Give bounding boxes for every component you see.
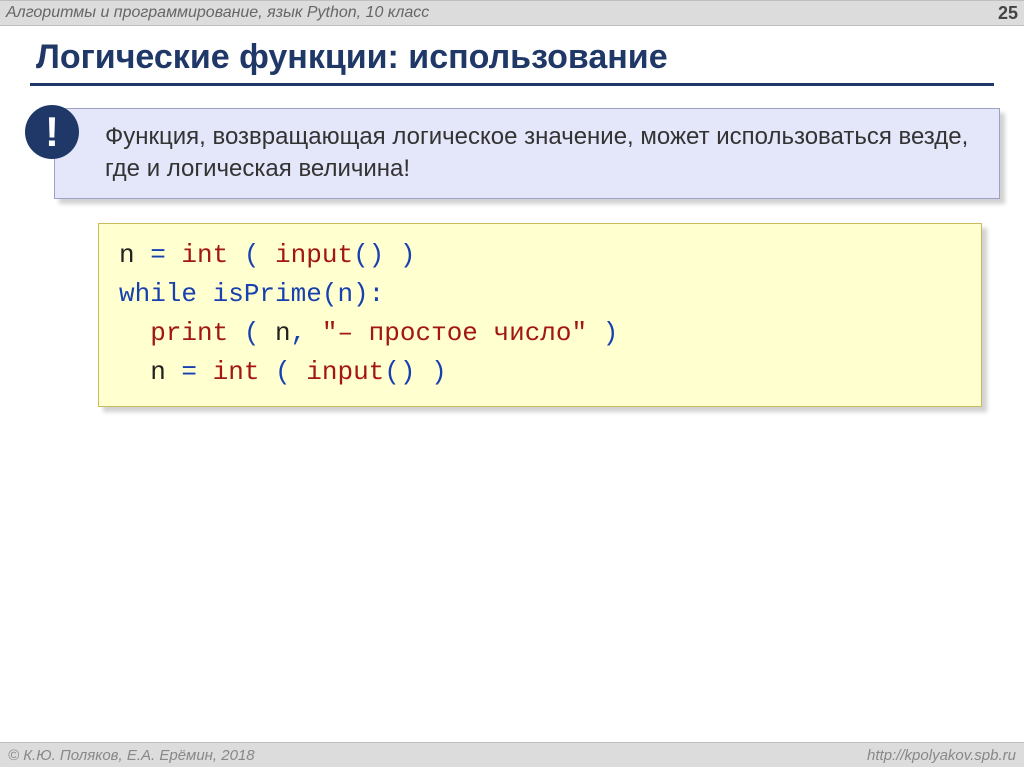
exclamation-icon: !	[25, 105, 79, 159]
code-token: =	[135, 240, 182, 270]
page-title: Логические функции: использование	[36, 38, 1024, 77]
page-number: 25	[998, 3, 1018, 24]
code-token	[119, 318, 150, 348]
callout-text: Функция, возвращающая логическое значени…	[105, 121, 981, 186]
code-token: (	[228, 318, 275, 348]
breadcrumb: Алгоритмы и программирование, язык Pytho…	[6, 4, 429, 22]
code-token: () )	[384, 357, 446, 387]
code-token: input	[275, 240, 353, 270]
title-rule	[30, 83, 994, 86]
code-token: ,	[291, 318, 322, 348]
code-token: (n):	[322, 279, 384, 309]
code-token: "– простое число"	[322, 318, 587, 348]
code-token	[119, 357, 150, 387]
code-token: print	[150, 318, 228, 348]
code-token	[197, 279, 213, 309]
footer-link: http://kpolyakov.spb.ru	[867, 747, 1016, 764]
footer-bar: © К.Ю. Поляков, Е.А. Ерёмин, 2018 http:/…	[0, 742, 1024, 767]
code-token: n	[275, 318, 291, 348]
code-token: n	[150, 357, 166, 387]
callout-box: ! Функция, возвращающая логическое значе…	[54, 108, 1000, 199]
code-token: int	[181, 240, 228, 270]
code-token: n	[119, 240, 135, 270]
code-token: () )	[353, 240, 415, 270]
code-token: input	[306, 357, 384, 387]
footer-copyright: © К.Ю. Поляков, Е.А. Ерёмин, 2018	[8, 747, 255, 764]
code-token: isPrime	[213, 279, 322, 309]
code-token: (	[259, 357, 306, 387]
code-token: while	[119, 279, 197, 309]
code-token: =	[166, 357, 213, 387]
header-bar: Алгоритмы и программирование, язык Pytho…	[0, 0, 1024, 26]
code-token: (	[228, 240, 275, 270]
code-token: int	[213, 357, 260, 387]
code-box: n = int ( input() ) while isPrime(n): pr…	[98, 223, 982, 407]
code-token: )	[587, 318, 618, 348]
